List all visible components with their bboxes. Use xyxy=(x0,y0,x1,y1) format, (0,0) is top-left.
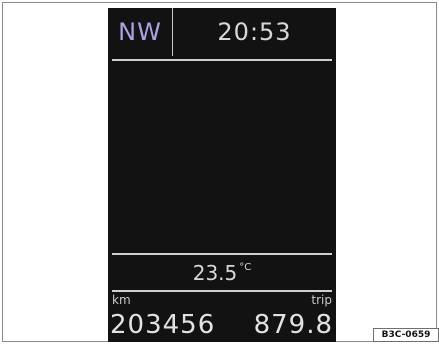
compass-heading: NW xyxy=(118,18,162,46)
clock-time: 20:53 xyxy=(217,18,292,46)
outside-temperature: 23.5 °C xyxy=(108,256,336,290)
trip-value: 879.8 xyxy=(253,310,333,340)
top-separator xyxy=(112,59,332,61)
odometer-value: 203456 xyxy=(110,310,216,340)
instrument-display: NW 20:53 23.5 °C km trip 203456 879.8 xyxy=(108,8,336,342)
main-display-area xyxy=(112,64,332,250)
middle-separator xyxy=(112,253,332,255)
trip-label: trip xyxy=(311,293,332,307)
odometer-label: km xyxy=(112,293,131,307)
figure-code-label: B3C-0659 xyxy=(373,328,439,342)
temperature-value: 23.5 xyxy=(192,261,238,285)
bottom-separator xyxy=(112,290,332,292)
temperature-unit: °C xyxy=(239,262,252,273)
